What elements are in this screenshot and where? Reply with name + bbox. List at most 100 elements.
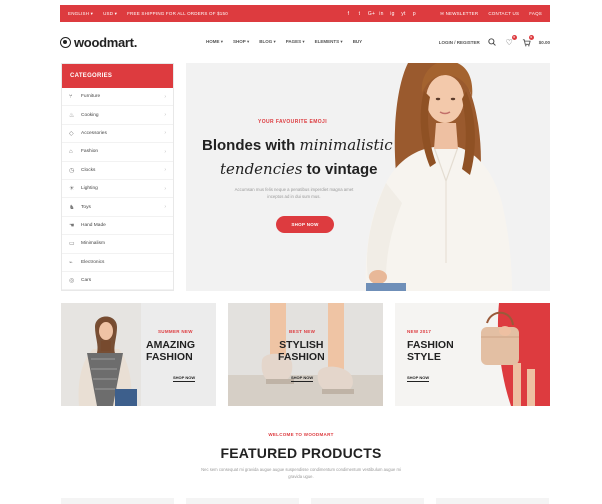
nav-home[interactable]: HOME ▾ [206,39,223,45]
product-card[interactable] [61,498,174,504]
category-item-lighting[interactable]: ☀ Lighting › [62,180,173,199]
chevron-right-icon: › [164,112,166,119]
promo-tag: BEST NEW [289,329,316,334]
site-logo[interactable]: woodmart. [60,35,137,50]
category-item-hand-made[interactable]: ☚ Hand Made [62,217,173,236]
category-label: Accessories [81,130,107,136]
currency-selector[interactable]: USD ▾ [103,11,117,17]
shipping-promo: FREE SHIPPING FOR ALL ORDERS OF $150 [127,11,228,16]
promo-tag: SUMMER NEW [158,329,193,334]
cart-total[interactable]: $0.00 [539,40,550,45]
hero-description: Accumsan mus felis neque a penatibus imp… [234,187,354,199]
instagram-icon[interactable]: ig [390,11,395,17]
category-label: Lighting [81,186,98,192]
category-label: Fashion [81,149,99,155]
cart-count-badge: 0 [528,34,534,40]
chevron-right-icon: › [164,148,166,155]
gem-icon: ◇ [69,130,74,137]
welcome-label: WELCOME TO WOODMART [268,432,334,437]
nav-pages[interactable]: PAGES ▾ [286,39,305,45]
linkedin-icon[interactable]: in [379,11,384,17]
hero-title-line-1: Blondes with minimalistic [202,136,393,154]
category-label: Cooking [81,112,99,118]
category-label: Minimalism [81,241,105,247]
nav-buy[interactable]: BUY [353,39,363,45]
featured-products-title: FEATURED PRODUCTS [220,445,382,461]
chevron-right-icon: › [164,130,166,137]
category-label: Cars [81,278,92,284]
promo-banner-stylish-fashion[interactable]: BEST NEW STYLISH FASHION SHOP NOW [228,303,383,406]
promo-model-image [61,303,141,406]
shirt-icon: ⌂ [69,148,73,155]
chevron-right-icon: › [164,204,166,211]
category-item-toys[interactable]: ♞ Toys › [62,198,173,217]
toy-icon: ♞ [69,204,75,211]
hero-subtitle: YOUR FAVOURITE EMOJI [258,119,328,125]
login-register-link[interactable]: LOGIN / REGISTER [439,40,480,45]
category-item-cooking[interactable]: ♨ Cooking › [62,106,173,125]
hero-shop-now-button[interactable]: SHOP NOW [276,216,334,233]
top-bar: ENGLISH ▾ USD ▾ FREE SHIPPING FOR ALL OR… [60,5,550,22]
twitter-icon[interactable]: t [357,11,362,17]
google-plus-icon[interactable]: G+ [368,11,375,17]
category-label: Furniture [81,94,101,100]
category-item-electronics[interactable]: ⌁ Electronics [62,254,173,272]
promo-title: FASHION STYLE [407,339,454,363]
promo-shop-now-link[interactable]: SHOP NOW [291,375,314,382]
category-item-clocks[interactable]: ◷ Clocks › [62,162,173,180]
promo-shop-now-link[interactable]: SHOP NOW [407,375,430,382]
category-item-furniture[interactable]: ⑂ Furniture › [62,88,173,107]
car-icon: ◎ [69,278,75,285]
promo-banner-amazing-fashion[interactable]: SUMMER NEW AMAZING FASHION SHOP NOW [61,303,216,406]
pinterest-icon[interactable]: p [412,11,417,17]
promo-title: STYLISH FASHION [278,339,325,363]
language-selector[interactable]: ENGLISH ▾ [68,11,93,17]
chevron-right-icon: › [164,167,166,174]
promo-tag: NEW 2017 [407,329,432,334]
category-item-accessories[interactable]: ◇ Accessories › [62,125,173,144]
main-nav: HOME ▾ SHOP ▾ BLOG ▾ PAGES ▾ ELEMENTS ▾ … [206,39,362,45]
wishlist-count-badge: 0 [511,34,517,40]
search-icon[interactable] [488,38,497,47]
clock-icon: ◷ [69,167,75,174]
pot-icon: ♨ [69,112,75,119]
product-card[interactable] [436,498,549,504]
category-label: Clocks [81,167,96,173]
main-header: woodmart. HOME ▾ SHOP ▾ BLOG ▾ PAGES ▾ E… [60,31,550,53]
plug-icon: ⌁ [69,259,73,266]
featured-products-description: Nec sem consequat mi gravida augue augue… [201,467,401,479]
promo-shop-now-link[interactable]: SHOP NOW [173,375,196,382]
contact-link[interactable]: CONTACT US [488,11,519,16]
promo-title: AMAZING FASHION [146,339,195,363]
category-item-fashion[interactable]: ⌂ Fashion › [62,143,173,162]
promo-banner-fashion-style[interactable]: NEW 2017 FASHION STYLE SHOP NOW [395,303,550,406]
hand-icon: ☚ [69,222,75,229]
categories-title: CATEGORIES [62,64,173,88]
product-card[interactable] [186,498,299,504]
category-label: Hand Made [81,222,106,228]
categories-menu: CATEGORIES ⑂ Furniture › ♨ Cooking › ◇ Accessor… [61,63,174,291]
hero-slide: YOUR FAVOURITE EMOJI Blondes with minima… [186,63,550,291]
minimal-icon: ▭ [69,241,75,248]
nav-shop[interactable]: SHOP ▾ [233,39,249,45]
wishlist-icon[interactable]: ♡ 0 [505,34,517,47]
logo-icon [60,36,71,48]
facebook-icon[interactable]: f [346,11,351,17]
product-card[interactable] [311,498,424,504]
category-item-minimalism[interactable]: ▭ Minimalism [62,235,173,254]
chevron-right-icon: › [164,93,166,100]
hero-title-line-2: tendencies to vintage [220,160,378,178]
chevron-right-icon: › [164,185,166,192]
category-label: Toys [81,204,91,210]
faqs-link[interactable]: FAQS [529,11,542,16]
chair-icon: ⑂ [69,93,73,100]
category-label: Electronics [81,259,105,265]
social-links: f t G+ in ig yt p [346,11,417,17]
newsletter-link[interactable]: ✉ NEWSLETTER [440,11,478,17]
nav-elements[interactable]: ELEMENTS ▾ [315,39,343,45]
nav-blog[interactable]: BLOG ▾ [259,39,276,45]
cart-icon[interactable]: 0 [522,34,534,47]
bulb-icon: ☀ [69,186,75,193]
youtube-icon[interactable]: yt [401,11,406,17]
category-item-cars[interactable]: ◎ Cars [62,272,173,291]
